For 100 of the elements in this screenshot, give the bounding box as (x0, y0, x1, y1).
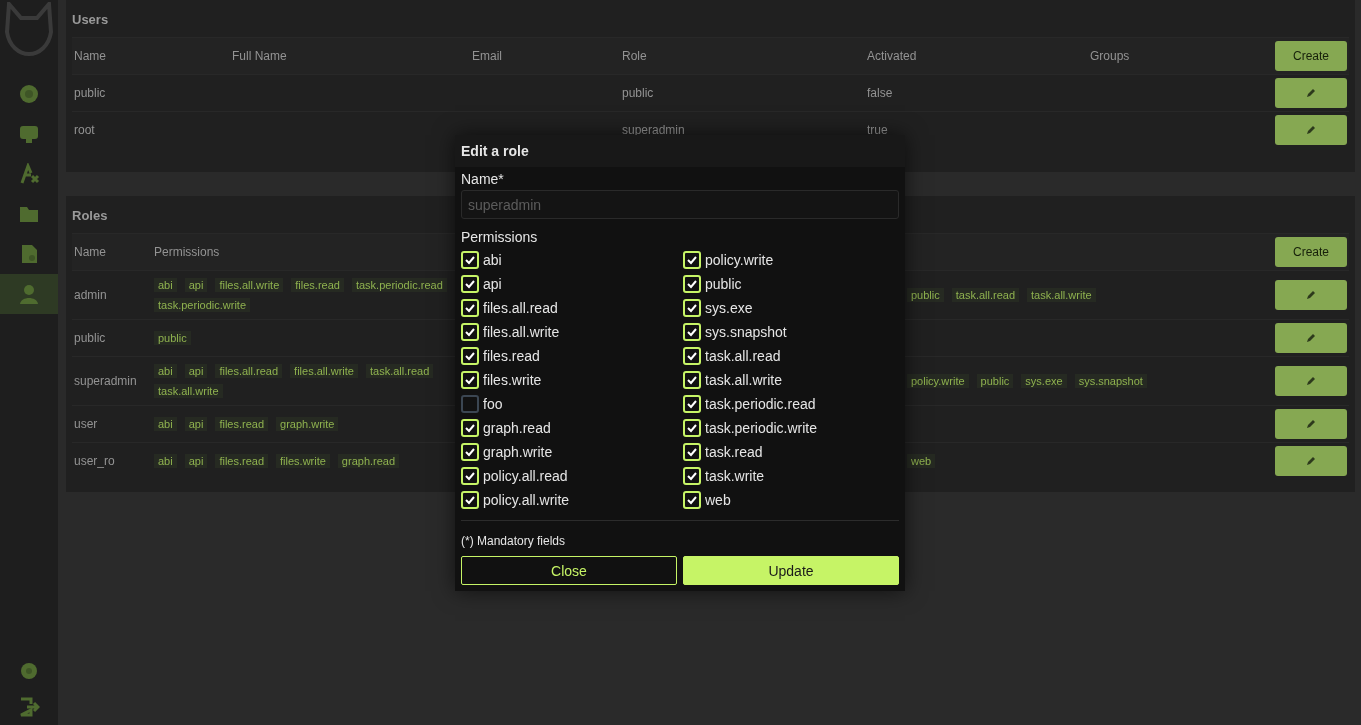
checkbox-label: policy.all.write (483, 492, 570, 508)
permission-tag: abi (154, 417, 177, 431)
column-header: Email (472, 49, 503, 63)
permission-tag: api (184, 417, 208, 431)
checkbox-label: public (705, 276, 742, 292)
permission-tag: task.periodic.read (351, 278, 447, 292)
permission-tag: task.all.write (1027, 288, 1096, 302)
close-button[interactable]: Close (461, 556, 677, 585)
checkbox-label: graph.read (483, 420, 551, 436)
permission-tag: files.read (291, 278, 344, 292)
checkmark-icon (687, 399, 697, 409)
checkmark-icon (465, 495, 475, 505)
permission-tag: files.all.write (290, 364, 358, 378)
checkbox-label: task.all.write (705, 372, 783, 388)
checkbox-label: task.periodic.read (705, 396, 816, 412)
permission-tag: task.all.read (366, 364, 434, 378)
checkbox-label: task.all.read (705, 348, 781, 364)
permission-tag: api (184, 364, 208, 378)
create-button[interactable]: Create (1275, 41, 1347, 71)
table-cell-text: public (622, 86, 655, 100)
checkmark-icon (465, 303, 475, 313)
checkbox-label: task.write (705, 468, 765, 484)
pencil-icon (1306, 333, 1316, 343)
checkbox-label: web (705, 492, 731, 508)
permission-tag: public (907, 288, 944, 302)
column-header: Name (74, 245, 107, 259)
checkbox-label: sys.snapshot (705, 324, 787, 340)
permission-tag: abi (154, 278, 177, 292)
monitor-icon (18, 123, 40, 145)
table-cell-text: superadmin (74, 374, 138, 388)
checkmark-icon (687, 327, 697, 337)
checkbox-label: files.write (483, 372, 542, 388)
checkmark-icon (465, 375, 475, 385)
logout-icon (18, 696, 40, 718)
checkmark-icon (687, 447, 697, 457)
column-header: Full Name (232, 49, 288, 63)
checkbox-label: task.periodic.write (705, 420, 818, 436)
checkmark-icon (687, 279, 697, 289)
checkbox-label: policy.all.read (483, 468, 568, 484)
checkbox-label: abi (483, 252, 502, 268)
checkmark-icon (687, 423, 697, 433)
pencil-icon (1306, 376, 1316, 386)
table-cell-text: public (74, 86, 107, 100)
permission-tag: graph.write (276, 417, 339, 431)
table-cell-text: superadmin (622, 123, 686, 137)
checkbox[interactable] (461, 395, 479, 413)
pencil-icon (1306, 419, 1316, 429)
person-icon (18, 283, 40, 305)
checkmark-icon (687, 471, 697, 481)
pencil-icon (1306, 88, 1316, 98)
permission-tag: task.all.write (154, 384, 223, 398)
permission-tag: files.write (276, 454, 330, 468)
pencil-icon (1306, 290, 1316, 300)
permission-tag: sys.snapshot (1074, 374, 1147, 388)
permission-tag: public (976, 374, 1014, 388)
checkmark-icon (465, 327, 475, 337)
table-cell-text: public (74, 331, 107, 345)
dialog-title: Edit a role (455, 135, 905, 167)
field-label: Name* (461, 171, 505, 187)
table-cell-text: true (867, 123, 889, 137)
checkmark-icon (465, 255, 475, 265)
checkmark-icon (687, 255, 697, 265)
column-header: Name (74, 49, 107, 63)
cat-logo (3, 2, 55, 56)
update-button[interactable]: Update (683, 556, 899, 585)
field-label: Permissions (461, 229, 539, 245)
permission-tag: abi (154, 364, 177, 378)
permission-tag: task.all.read (951, 288, 1020, 302)
permission-tag: files.read (215, 454, 268, 468)
column-header: Role (622, 49, 648, 63)
permission-tag: files.read (215, 417, 268, 431)
checkmark-icon (465, 471, 475, 481)
checkmark-icon (687, 495, 697, 505)
checkbox-label: sys.exe (705, 300, 753, 316)
table-cell-text: admin (74, 288, 108, 302)
pencil-icon (1306, 456, 1316, 466)
settings-icon (18, 660, 40, 682)
table-cell-text: user_ro (74, 454, 116, 468)
checkmark-icon (687, 303, 697, 313)
section-title: Users (72, 11, 109, 29)
permission-tag: api (184, 278, 208, 292)
column-header: Activated (867, 49, 918, 63)
table-cell-text: user (74, 417, 99, 431)
permission-tag: sys.exe (1021, 374, 1067, 388)
note-text: (*) Mandatory fields (461, 534, 566, 548)
create-button[interactable]: Create (1275, 237, 1347, 267)
checkmark-icon (465, 351, 475, 361)
checkbox-label: api (483, 276, 502, 292)
permission-tag: abi (154, 454, 177, 468)
checkbox-label: foo (483, 396, 503, 412)
checkmark-icon (687, 351, 697, 361)
checkmark-icon (687, 375, 697, 385)
column-header: Permissions (154, 245, 220, 259)
checkbox-label: files.read (483, 348, 540, 364)
table-cell-text: root (74, 123, 96, 137)
checkbox-label: files.all.write (483, 324, 560, 340)
permission-tag: policy.write (907, 374, 969, 388)
permission-tag: task.periodic.write (154, 298, 251, 312)
permission-tag: files.all.read (215, 364, 283, 378)
checkmark-icon (465, 423, 475, 433)
